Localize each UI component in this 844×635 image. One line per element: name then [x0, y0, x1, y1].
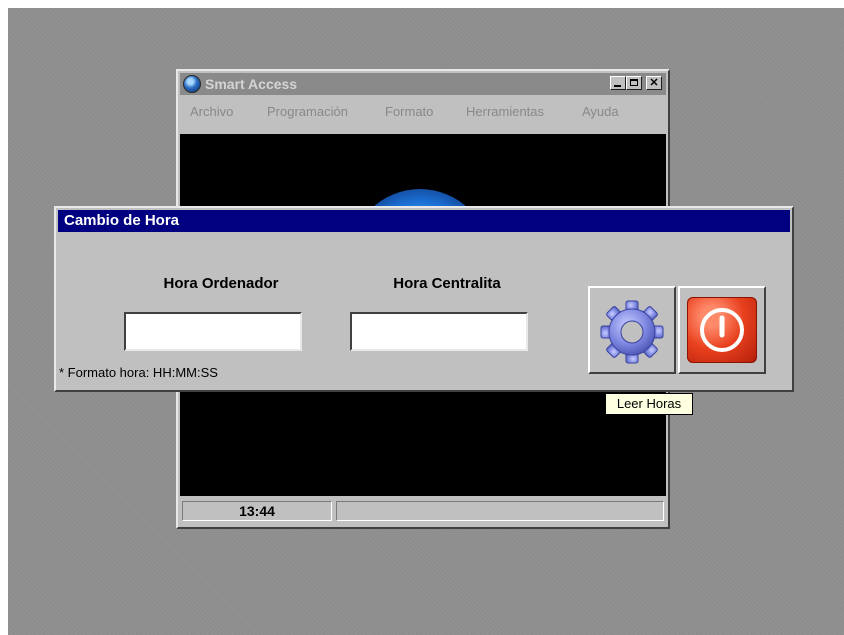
main-window-title: Smart Access	[205, 76, 298, 92]
computer-time-label: Hora Ordenador	[163, 275, 279, 292]
status-bar: 13:44	[180, 499, 666, 523]
menu-archivo[interactable]: Archivo	[190, 97, 233, 127]
close-icon: ✕	[649, 77, 659, 89]
dialog-title: Cambio de Hora	[64, 212, 180, 229]
pbx-time-input[interactable]	[350, 312, 528, 351]
minimize-icon	[614, 85, 621, 87]
dialog-title-bar[interactable]: Cambio de Hora	[58, 210, 790, 232]
read-times-tooltip: Leer Horas	[605, 393, 693, 415]
globe-app-icon	[183, 75, 201, 93]
time-format-note: * Formato hora: HH:MM:SS	[59, 365, 218, 380]
menu-herramientas[interactable]: Herramientas	[466, 97, 544, 127]
status-time: 13:44	[182, 501, 332, 521]
pbx-time-label: Hora Centralita	[393, 275, 501, 292]
status-panel	[336, 501, 664, 521]
maximize-button[interactable]	[626, 76, 642, 90]
menu-formato[interactable]: Formato	[385, 97, 433, 127]
menu-ayuda[interactable]: Ayuda	[582, 97, 619, 127]
menu-programacion[interactable]: Programación	[267, 97, 348, 127]
minimize-button[interactable]	[610, 76, 626, 90]
menu-bar: Archivo Programación Formato Herramienta…	[180, 97, 666, 127]
read-times-button[interactable]	[588, 286, 676, 374]
maximize-icon	[630, 79, 638, 86]
power-icon	[687, 297, 757, 363]
gear-icon	[600, 300, 664, 364]
main-title-bar[interactable]: Smart Access ✕	[180, 73, 666, 95]
exit-button[interactable]	[678, 286, 766, 374]
computer-time-input[interactable]	[124, 312, 302, 351]
time-change-dialog: Cambio de Hora Hora Ordenador Hora Centr…	[54, 206, 794, 392]
close-button[interactable]: ✕	[646, 76, 662, 90]
